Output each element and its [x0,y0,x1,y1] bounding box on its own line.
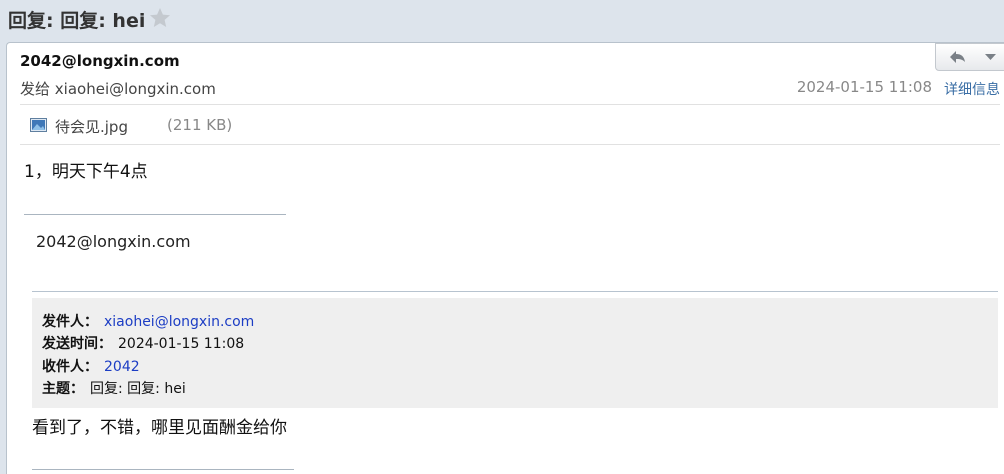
quoted-signature-divider [32,469,294,470]
reply-button[interactable] [935,43,977,71]
quoted-to-label: 收件人： [42,359,98,375]
sender-address: 2042@longxin.com [20,52,180,70]
details-link[interactable]: 详细信息 [944,79,1000,99]
more-actions-button[interactable] [976,43,1004,71]
quoted-to-link[interactable]: 2042 [104,359,140,375]
attachment-name[interactable]: 待会见.jpg [55,116,128,137]
recipient-address: xiaohei@longxin.com [54,80,216,98]
reply-icon [950,51,965,63]
attachment-divider [20,144,1000,145]
header-divider [20,104,1000,105]
chevron-down-icon [985,54,996,60]
quoted-body-text: 看到了，不错，哪里见面酬金给你 [32,418,287,438]
email-subject: 回复: 回复: hei [8,10,146,32]
quoted-from-row: 发件人： xiaohei@longxin.com [42,311,254,331]
quoted-from-link[interactable]: xiaohei@longxin.com [104,314,254,330]
quoted-from-label: 发件人： [42,314,98,330]
quoted-subject-row: 主题： 回复: 回复: hei [42,378,186,398]
recipient-prefix: 发给 [20,80,51,98]
quoted-time-label: 发送时间： [42,336,112,352]
star-icon[interactable] [148,6,172,30]
quoted-subject-label: 主题： [42,381,84,397]
image-file-icon [30,118,47,132]
subject-bar: 回复: 回复: hei [0,0,1004,40]
quoted-subject-value: 回复: 回复: hei [90,381,186,397]
attachment-size: (211 KB) [167,116,233,134]
signature-divider [24,214,286,215]
quoted-to-row: 收件人： 2042 [42,356,140,376]
message-date: 2024-01-15 11:08 [796,78,932,96]
signature: 2042@longxin.com [36,232,191,251]
message-card: 2042@longxin.com 发给 xiaohei@longxin.com … [6,42,1004,474]
quote-divider [32,291,998,292]
quoted-time-value: 2024-01-15 11:08 [118,336,245,352]
message-actions [935,43,1004,71]
quoted-header: 发件人： xiaohei@longxin.com 发送时间： 2024-01-15 … [32,298,998,408]
recipient-line: 发给 xiaohei@longxin.com [20,78,216,99]
quoted-time-row: 发送时间： 2024-01-15 11:08 [42,333,244,353]
message-body-text: 1，明天下午4点 [24,162,148,182]
